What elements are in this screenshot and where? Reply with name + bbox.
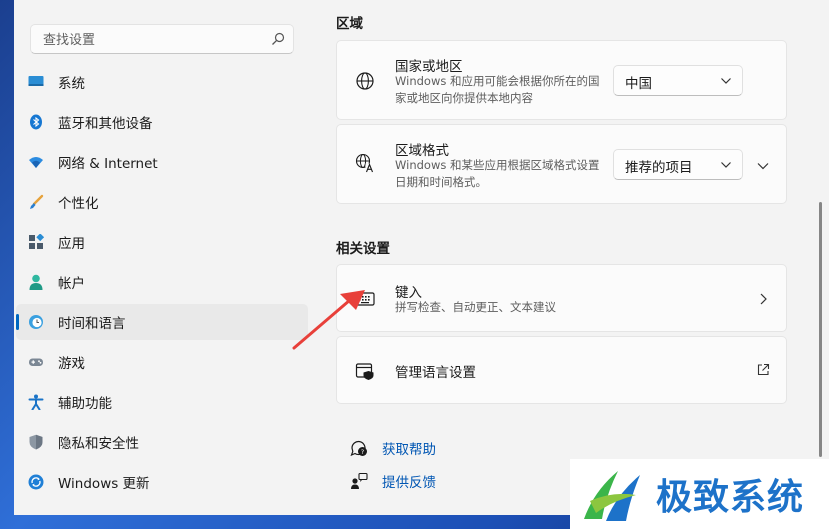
feedback-text[interactable]: 提供反馈 [382, 471, 436, 491]
settings-window: 系统 蓝牙和其他设备 网络 & Internet 个性化 [14, 0, 829, 515]
get-help-link[interactable]: ? 获取帮助 [350, 438, 436, 458]
annotation-arrow [292, 290, 365, 350]
chevron-right-icon [760, 293, 767, 305]
apps-icon [28, 234, 44, 250]
get-help-text[interactable]: 获取帮助 [382, 438, 436, 458]
region-format-desc: Windows 和某些应用根据区域格式设置日期和时间格式。 [395, 158, 600, 189]
sidebar-item-bluetooth[interactable]: 蓝牙和其他设备 [16, 104, 308, 140]
typing-desc: 拼写检查、自动更正、文本建议 [395, 300, 556, 314]
feedback-link[interactable]: 提供反馈 [350, 471, 436, 491]
update-icon [28, 474, 44, 490]
watermark-text: 极致系统 [656, 477, 805, 518]
sidebar-item-label: 帐户 [58, 276, 85, 292]
search-input[interactable] [41, 29, 265, 51]
expand-chevron-icon[interactable] [756, 159, 770, 173]
accessibility-icon [28, 394, 44, 410]
feedback-icon [351, 472, 368, 489]
external-link-icon [757, 363, 770, 376]
region-format-select[interactable]: 推荐的项目 [613, 149, 743, 180]
help-icon: ? [350, 440, 367, 457]
brush-icon [28, 194, 44, 210]
sidebar-item-label: 隐私和安全性 [58, 436, 139, 452]
region-format-title: 区域格式 [395, 143, 449, 159]
sidebar-item-accounts[interactable]: 帐户 [16, 264, 308, 300]
bluetooth-icon [28, 114, 44, 130]
clock-globe-icon [28, 314, 44, 330]
language-format-icon [355, 153, 375, 173]
sidebar-item-label: 蓝牙和其他设备 [58, 116, 153, 132]
shield-icon [28, 434, 44, 450]
sidebar-item-privacy[interactable]: 隐私和安全性 [16, 424, 308, 460]
monitor-icon [28, 74, 44, 90]
window-shield-icon [355, 363, 374, 380]
language-settings-title: 管理语言设置 [395, 365, 476, 381]
sidebar-item-label: Windows 更新 [58, 476, 150, 492]
sidebar-item-apps[interactable]: 应用 [16, 224, 308, 260]
sidebar-item-personalization[interactable]: 个性化 [16, 184, 308, 220]
region-format-select-value: 推荐的项目 [625, 160, 693, 176]
search-icon[interactable] [271, 32, 285, 46]
wifi-icon [28, 154, 44, 170]
country-region-title: 国家或地区 [395, 59, 463, 75]
sidebar-item-label: 应用 [58, 236, 85, 252]
sidebar: 系统 蓝牙和其他设备 网络 & Internet 个性化 [14, 0, 322, 515]
sidebar-item-label: 网络 & Internet [58, 156, 158, 172]
sidebar-item-windows-update[interactable]: Windows 更新 [16, 464, 308, 500]
country-region-desc: Windows 和应用可能会根据你所在的国家或地区向你提供本地内容 [395, 74, 600, 105]
sidebar-item-network[interactable]: 网络 & Internet [16, 144, 308, 180]
scrollbar[interactable] [819, 202, 822, 457]
person-icon [28, 274, 44, 290]
nav-list: 系统 蓝牙和其他设备 网络 & Internet 个性化 应用 帐户 时间和语言… [16, 64, 308, 504]
country-select[interactable]: 中国 [613, 65, 743, 96]
country-select-value: 中国 [625, 76, 652, 92]
search-box[interactable] [30, 24, 294, 54]
chevron-down-icon [721, 78, 731, 84]
typing-card[interactable]: 键入 拼写检查、自动更正、文本建议 [336, 264, 787, 332]
svg-text:?: ? [361, 448, 364, 456]
sidebar-item-label: 时间和语言 [58, 316, 126, 332]
watermark-logo-icon [584, 471, 640, 521]
language-settings-card[interactable]: 管理语言设置 [336, 336, 787, 404]
sidebar-item-label: 辅助功能 [58, 396, 112, 412]
gamepad-icon [28, 354, 44, 370]
sidebar-item-system[interactable]: 系统 [16, 64, 308, 100]
sidebar-item-accessibility[interactable]: 辅助功能 [16, 384, 308, 420]
sidebar-item-label: 个性化 [58, 196, 99, 212]
typing-title: 键入 [395, 285, 422, 301]
sidebar-item-gaming[interactable]: 游戏 [16, 344, 308, 380]
sidebar-item-time-language[interactable]: 时间和语言 [16, 304, 308, 340]
section-title-related: 相关设置 [336, 241, 390, 257]
sidebar-item-label: 系统 [58, 76, 85, 92]
main-content: 区域 国家或地区 Windows 和应用可能会根据你所在的国家或地区向你提供本地… [322, 0, 829, 515]
sidebar-item-label: 游戏 [58, 356, 85, 372]
country-region-card: 国家或地区 Windows 和应用可能会根据你所在的国家或地区向你提供本地内容 … [336, 40, 787, 120]
section-title-region: 区域 [336, 16, 363, 32]
region-format-card[interactable]: 区域格式 Windows 和某些应用根据区域格式设置日期和时间格式。 推荐的项目 [336, 124, 787, 204]
globe-icon [356, 72, 374, 90]
chevron-down-icon [721, 162, 731, 168]
watermark: 极致系统 [570, 459, 829, 529]
